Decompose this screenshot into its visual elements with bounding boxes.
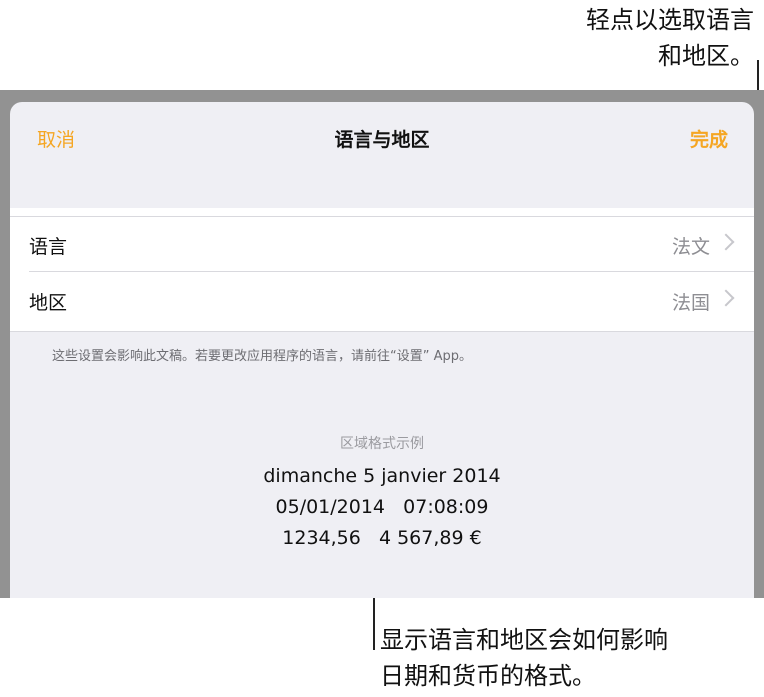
sample-datetime: 05/01/2014 07:08:09 xyxy=(275,496,489,518)
callout-bottom-line1: 显示语言和地区会如何影响 xyxy=(380,626,668,654)
callout-top-line1: 轻点以选取语言 xyxy=(586,6,754,34)
chevron-right-icon xyxy=(717,233,735,251)
callout-format-tip: 显示语言和地区会如何影响 日期和货币的格式。 xyxy=(380,622,764,694)
chevron-right-icon xyxy=(717,289,735,307)
language-label: 语言 xyxy=(29,236,68,258)
language-region-sheet: 取消 语言与地区 完成 语言 法文 地区 法国 这些设置会影响此文稿。若要更改应… xyxy=(10,102,754,598)
region-value: 法国 xyxy=(671,292,710,314)
sheet-title: 语言与地区 xyxy=(334,129,430,151)
language-value: 法文 xyxy=(671,236,710,258)
region-format-sample-title: 区域格式示例 xyxy=(340,436,424,452)
sample-date: dimanche 5 janvier 2014 xyxy=(263,465,501,487)
sample-numbers: 1234,56 4 567,89 € xyxy=(282,527,482,549)
dimmed-background: 取消 语言与地区 完成 语言 法文 地区 法国 这些设置会影响此文稿。若要更改应… xyxy=(0,90,764,598)
callout-top-line2: 和地区。 xyxy=(658,42,754,70)
callout-bottom-line2: 日期和货币的格式。 xyxy=(380,662,596,690)
settings-group: 语言 法文 地区 法国 xyxy=(10,208,754,332)
callout-language-region-tip: 轻点以选取语言 和地区。 xyxy=(454,2,754,74)
language-row[interactable]: 语言 法文 xyxy=(10,216,754,272)
done-button[interactable]: 完成 xyxy=(690,125,728,152)
region-label: 地区 xyxy=(29,292,68,314)
region-row[interactable]: 地区 法国 xyxy=(10,272,754,328)
navigation-bar: 取消 语言与地区 完成 xyxy=(10,102,754,178)
group-bottom-divider xyxy=(10,331,754,332)
settings-footnote: 这些设置会影响此文稿。若要更改应用程序的语言，请前往“设置” App。 xyxy=(52,349,472,364)
